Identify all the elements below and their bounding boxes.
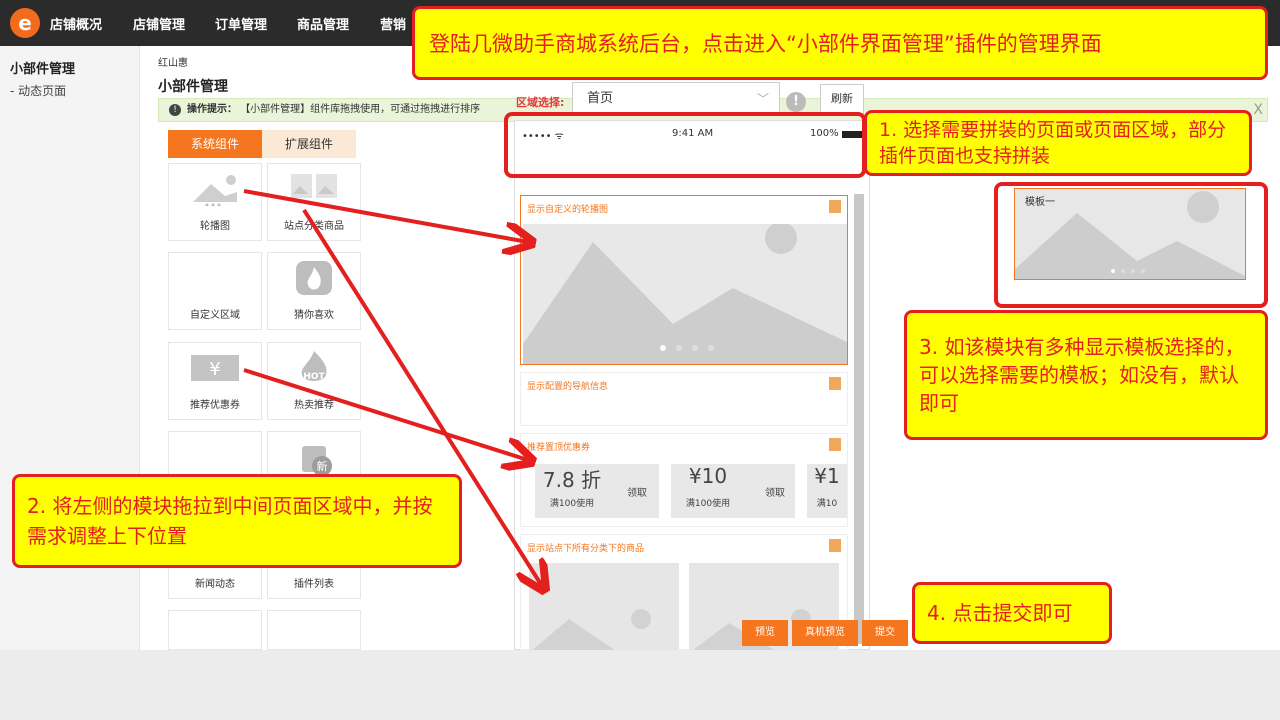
footer: [0, 650, 1280, 720]
mountain-image-icon: [523, 224, 847, 364]
goods-image: [529, 563, 679, 653]
tip-label: 操作提示：: [187, 104, 237, 115]
carousel-icon: [193, 175, 237, 206]
preview-button[interactable]: 预览: [742, 620, 788, 646]
chevron-down-icon: ﹀: [756, 92, 769, 106]
annotation-template-box: [994, 182, 1268, 308]
widget-label: 插件列表: [294, 579, 334, 590]
coupon-card[interactable]: ¥1 满10: [807, 464, 847, 518]
widget-category-goods[interactable]: 站点分类商品: [267, 163, 361, 241]
module-carousel[interactable]: 显示自定义的轮播图: [520, 195, 848, 365]
annotation-region-box: [504, 112, 866, 178]
info-icon[interactable]: !: [786, 92, 806, 112]
nav-item-order-management[interactable]: 订单管理: [215, 14, 267, 33]
logo-icon: e: [10, 8, 40, 38]
annotation-note-step3: 3. 如该模块有多种显示模板选择的，可以选择需要的模板；如没有，默认即可: [904, 310, 1268, 440]
svg-text:新: 新: [317, 459, 328, 473]
region-select-value: 首页: [587, 91, 614, 106]
coupon-yen-icon: ¥: [191, 355, 239, 381]
preview-scrollbar[interactable]: [854, 194, 864, 644]
coupon-claim[interactable]: 领取: [765, 484, 785, 499]
region-select-label: 区域选择:: [516, 96, 565, 109]
module-title: 推荐置顶优惠券: [527, 443, 591, 453]
module-title: 显示自定义的轮播图: [527, 205, 609, 215]
nav-item-store-overview[interactable]: 店铺概况: [50, 14, 102, 33]
trash-icon[interactable]: [829, 377, 841, 390]
widget-hot-sale[interactable]: HOT 热卖推荐: [267, 342, 361, 420]
region-select[interactable]: 首页 ﹀: [572, 82, 780, 116]
device-preview-button[interactable]: 真机预览: [792, 620, 858, 646]
goods-image-icon: [529, 609, 651, 653]
submit-button[interactable]: 提交: [862, 620, 908, 646]
coupon-condition: 满100使用: [549, 499, 595, 509]
screen: e 店铺概况 店铺管理 订单管理 商品管理 营销 小部件管理 - 动态页面 红山…: [0, 0, 1280, 720]
sidebar-title: 小部件管理: [10, 62, 76, 77]
component-tabs: 系统组件 扩展组件: [168, 130, 356, 158]
breadcrumb[interactable]: 红山惠: [158, 54, 188, 69]
nav-item-marketing[interactable]: 营销: [380, 14, 406, 33]
widget-recommended-coupon[interactable]: ¥ 推荐优惠券: [168, 342, 262, 420]
module-title: 显示配置的导航信息: [527, 382, 609, 392]
widget-label: 推荐优惠券: [190, 400, 240, 411]
coupon-condition: 满10: [816, 499, 838, 509]
close-icon[interactable]: X: [1253, 99, 1263, 121]
hot-icon: HOT: [301, 351, 327, 382]
new-bag-icon: 新: [302, 446, 332, 474]
tab-system-components[interactable]: 系统组件: [168, 130, 262, 158]
module-coupons[interactable]: 推荐置顶优惠券 7.8 折 满100使用 领取 ¥10 满100使用 领取 ¥1…: [520, 433, 848, 527]
widget-guess-you-like[interactable]: 猜你喜欢: [267, 252, 361, 330]
category-goods-icon: [291, 174, 337, 198]
widget-label: 猜你喜欢: [294, 310, 334, 321]
coupon-card[interactable]: 7.8 折 满100使用 领取: [535, 464, 659, 518]
coupon-amount: 7.8 折: [542, 468, 602, 492]
tab-extended-components[interactable]: 扩展组件: [262, 130, 356, 158]
refresh-button[interactable]: 刷新: [820, 84, 864, 114]
coupon-condition: 满100使用: [685, 499, 731, 509]
nav-item-store-management[interactable]: 店铺管理: [133, 14, 185, 33]
svg-text:HOT: HOT: [303, 372, 325, 382]
module-navigation[interactable]: 显示配置的导航信息: [520, 372, 848, 426]
info-icon: !: [169, 104, 181, 116]
annotation-note-top: 登陆几微助手商城系统后台，点击进入“小部件界面管理”插件的管理界面: [412, 6, 1268, 80]
page-title: 小部件管理: [158, 79, 228, 95]
widget-label: 热卖推荐: [294, 400, 334, 411]
nav-item-product-management[interactable]: 商品管理: [297, 14, 349, 33]
widget-carousel[interactable]: 轮播图: [168, 163, 262, 241]
widget-label: 新闻动态: [195, 579, 235, 590]
annotation-note-step1: 1. 选择需要拼装的页面或页面区域，部分插件页面也支持拼装: [864, 110, 1252, 176]
annotation-note-step2: 2. 将左侧的模块拖拉到中间页面区域中，并按需求调整上下位置: [12, 474, 462, 568]
coupon-amount: ¥10: [688, 464, 728, 488]
coupon-amount: ¥1: [814, 464, 840, 488]
widget-label: 自定义区域: [190, 310, 240, 321]
annotation-note-step4: 4. 点击提交即可: [912, 582, 1112, 644]
widget-blank-2[interactable]: [168, 610, 262, 650]
sidebar-item-dynamic-page[interactable]: - 动态页面: [10, 82, 66, 99]
svg-text:¥: ¥: [209, 359, 220, 380]
widget-label: 轮播图: [200, 221, 230, 232]
module-title: 显示站点下所有分类下的商品: [527, 544, 645, 554]
coupon-card[interactable]: ¥10 满100使用 领取: [671, 464, 795, 518]
coupon-claim[interactable]: 领取: [627, 484, 647, 499]
fire-icon: [296, 261, 332, 295]
trash-icon[interactable]: [829, 539, 841, 552]
trash-icon[interactable]: [829, 438, 841, 451]
trash-icon[interactable]: [829, 200, 841, 213]
widget-custom-area[interactable]: 自定义区域: [168, 252, 262, 330]
carousel-image: [523, 224, 847, 364]
tip-text: 【小部件管理】组件库拖拽使用，可通过拖拽进行排序: [240, 104, 481, 115]
widget-blank-3[interactable]: [267, 610, 361, 650]
widget-label: 站点分类商品: [284, 221, 344, 232]
